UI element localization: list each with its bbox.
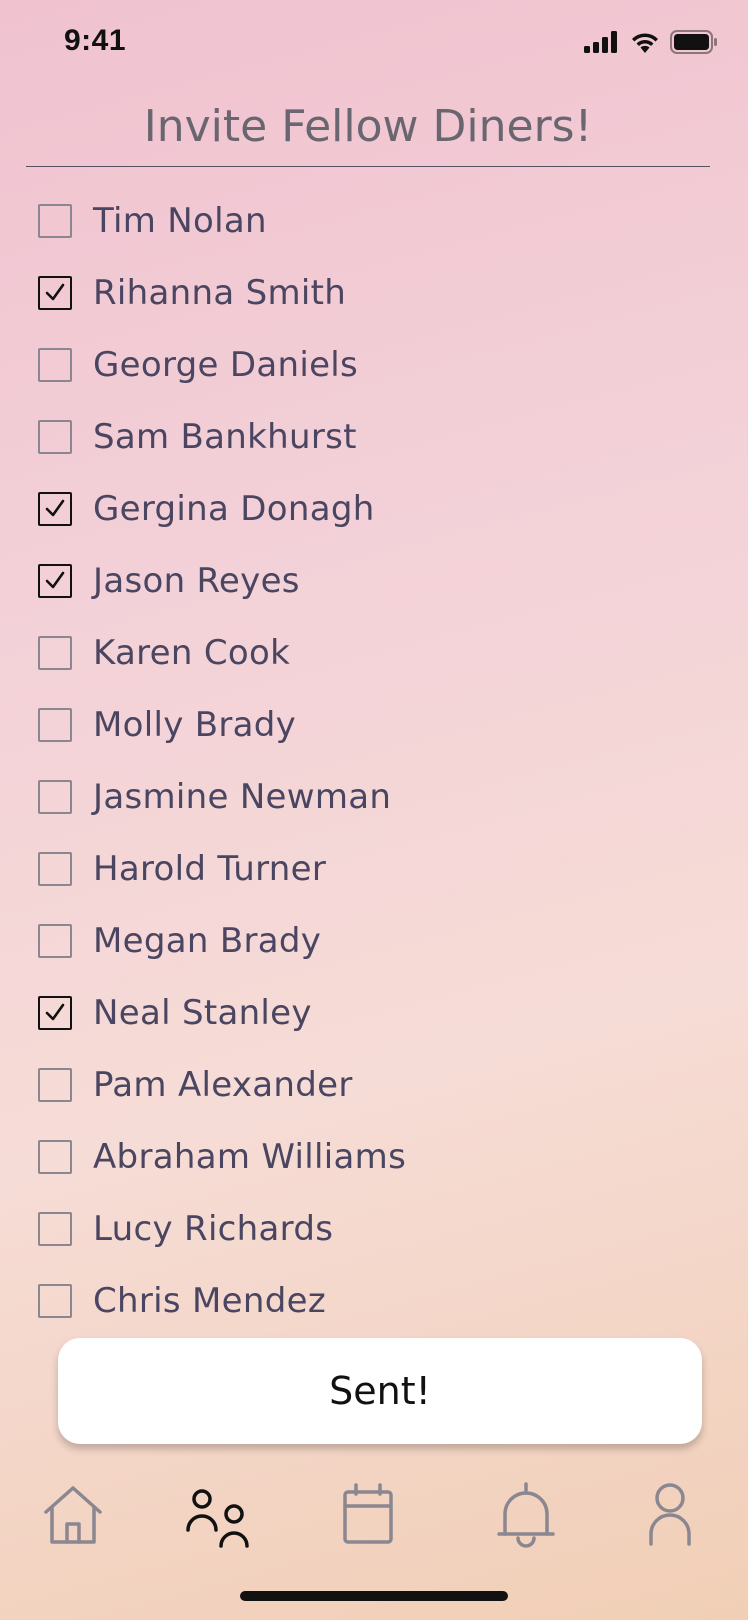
checkbox-unchecked[interactable] xyxy=(38,348,72,382)
invitee-row[interactable]: Jason Reyes xyxy=(38,545,678,617)
profile-icon xyxy=(635,1483,705,1554)
invitee-row[interactable]: Chris Mendez xyxy=(38,1265,678,1337)
checkmark-icon xyxy=(45,283,65,301)
tab-notifications[interactable] xyxy=(491,1480,561,1550)
checkbox-unchecked[interactable] xyxy=(38,1140,72,1174)
checkbox-unchecked[interactable] xyxy=(38,852,72,886)
checkbox-checked[interactable] xyxy=(38,276,72,310)
tab-calendar[interactable] xyxy=(333,1480,403,1550)
invitee-name: George Daniels xyxy=(93,345,359,385)
invitee-name: Jasmine Newman xyxy=(93,777,392,817)
invitee-row[interactable]: George Daniels xyxy=(38,329,678,401)
invitee-name: Gergina Donagh xyxy=(93,489,375,529)
invitee-row[interactable]: Pam Alexander xyxy=(38,1049,678,1121)
invitee-name: Molly Brady xyxy=(93,705,297,745)
checkmark-icon xyxy=(45,1003,65,1021)
tab-profile[interactable] xyxy=(635,1480,705,1550)
checkbox-checked[interactable] xyxy=(38,996,72,1030)
invitee-row[interactable]: Abraham Williams xyxy=(38,1121,678,1193)
checkmark-icon xyxy=(45,571,65,589)
header: Invite Fellow Diners! xyxy=(26,92,710,167)
invitee-name: Megan Brady xyxy=(93,921,322,961)
invitee-row[interactable]: Neal Stanley xyxy=(38,977,678,1049)
checkbox-checked[interactable] xyxy=(38,564,72,598)
status-icons xyxy=(584,30,718,58)
home-indicator xyxy=(240,1591,508,1601)
invitee-name: Karen Cook xyxy=(93,633,291,673)
friends-icon xyxy=(184,1489,254,1554)
checkbox-unchecked[interactable] xyxy=(38,420,72,454)
invitee-row[interactable]: Rihanna Smith xyxy=(38,257,678,329)
invitee-name: Pam Alexander xyxy=(93,1065,353,1105)
checkbox-unchecked[interactable] xyxy=(38,1284,72,1318)
status-time: 9:41 xyxy=(64,24,127,57)
invitee-name: Neal Stanley xyxy=(93,993,312,1033)
checkmark-icon xyxy=(45,499,65,517)
tab-friends[interactable] xyxy=(184,1480,254,1550)
invitee-row[interactable]: Tim Nolan xyxy=(38,185,678,257)
checkbox-unchecked[interactable] xyxy=(38,924,72,958)
invitee-row[interactable]: Megan Brady xyxy=(38,905,678,977)
wifi-icon xyxy=(630,31,660,57)
invitee-name: Harold Turner xyxy=(93,849,327,889)
invitee-row[interactable]: Karen Cook xyxy=(38,617,678,689)
invitee-row[interactable]: Lucy Richards xyxy=(38,1193,678,1265)
cellular-signal-icon xyxy=(584,31,620,57)
invitee-row[interactable]: Jasmine Newman xyxy=(38,761,678,833)
battery-icon xyxy=(670,30,718,58)
invitee-name: Rihanna Smith xyxy=(93,273,347,313)
checkbox-unchecked[interactable] xyxy=(38,780,72,814)
checkbox-unchecked[interactable] xyxy=(38,708,72,742)
bell-icon xyxy=(491,1482,561,1554)
page-title: Invite Fellow Diners! xyxy=(143,101,593,152)
checkbox-unchecked[interactable] xyxy=(38,204,72,238)
checkbox-unchecked[interactable] xyxy=(38,1068,72,1102)
calendar-icon xyxy=(333,1483,403,1554)
tab-home[interactable] xyxy=(38,1480,108,1550)
home-icon xyxy=(38,1486,108,1554)
invitee-name: Sam Bankhurst xyxy=(93,417,357,457)
checkbox-unchecked[interactable] xyxy=(38,636,72,670)
invitee-name: Jason Reyes xyxy=(93,561,300,601)
checkbox-checked[interactable] xyxy=(38,492,72,526)
checkbox-unchecked[interactable] xyxy=(38,1212,72,1246)
tab-bar xyxy=(0,1480,748,1560)
status-bar: 9:41 xyxy=(0,0,748,88)
invitee-row[interactable]: Harold Turner xyxy=(38,833,678,905)
invitee-name: Lucy Richards xyxy=(93,1209,334,1249)
send-invites-button[interactable]: Sent! xyxy=(58,1338,702,1444)
invitee-row[interactable]: Molly Brady xyxy=(38,689,678,761)
invitee-row[interactable]: Gergina Donagh xyxy=(38,473,678,545)
invitee-name: Abraham Williams xyxy=(93,1137,407,1177)
invitee-name: Tim Nolan xyxy=(93,201,267,241)
invitee-row[interactable]: Sam Bankhurst xyxy=(38,401,678,473)
invitee-name: Chris Mendez xyxy=(93,1281,326,1321)
invitee-list: Tim Nolan Rihanna Smith George Daniels Sam … xyxy=(38,185,678,1337)
